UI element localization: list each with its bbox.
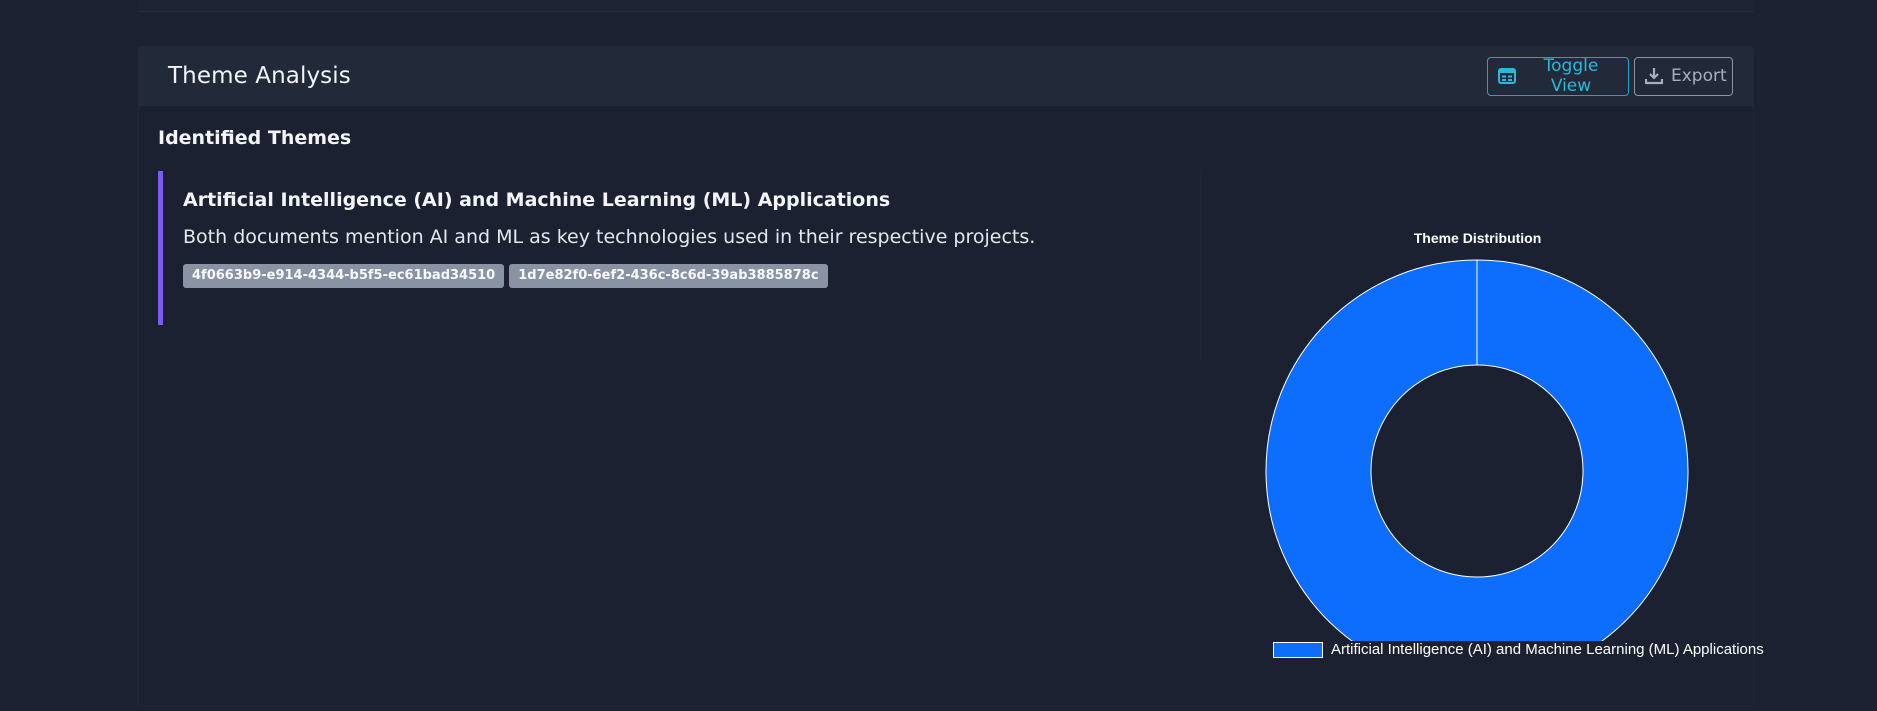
document-tag: 4f0663b9-e914-4344-b5f5-ec61bad34510	[183, 264, 505, 288]
theme-distribution-chart: Theme Distribution Artificial Intelligen…	[1237, 171, 1764, 711]
export-label: Export	[1671, 66, 1727, 86]
card-header: Theme Analysis Toggle View Export	[139, 47, 1753, 106]
theme-item: Artificial Intelligence (AI) and Machine…	[158, 171, 1198, 325]
top-strip	[138, 0, 1754, 12]
legend-label: Artificial Intelligence (AI) and Machine…	[1331, 641, 1764, 658]
download-icon	[1645, 67, 1663, 85]
theme-analysis-card: Theme Analysis Toggle View Export Identi…	[138, 46, 1764, 706]
card-title: Theme Analysis	[168, 63, 351, 89]
toggle-view-button[interactable]: Toggle View	[1487, 56, 1629, 96]
document-tag: 1d7e82f0-6ef2-436c-8c6d-39ab3885878c	[509, 264, 828, 288]
theme-description: Both documents mention AI and ML as key …	[183, 226, 1036, 248]
table-icon	[1498, 68, 1516, 84]
theme-title: Artificial Intelligence (AI) and Machine…	[183, 189, 891, 211]
donut-chart	[1265, 259, 1689, 641]
column-divider	[1200, 171, 1201, 361]
chart-legend[interactable]: Artificial Intelligence (AI) and Machine…	[1273, 641, 1764, 658]
legend-swatch	[1273, 641, 1323, 658]
section-heading: Identified Themes	[158, 127, 352, 149]
document-tags: 4f0663b9-e914-4344-b5f5-ec61bad34510 1d7…	[183, 264, 1198, 288]
export-button[interactable]: Export	[1634, 56, 1733, 96]
header-actions: Toggle View Export	[1487, 56, 1733, 96]
toggle-view-label: Toggle View	[1543, 56, 1599, 96]
